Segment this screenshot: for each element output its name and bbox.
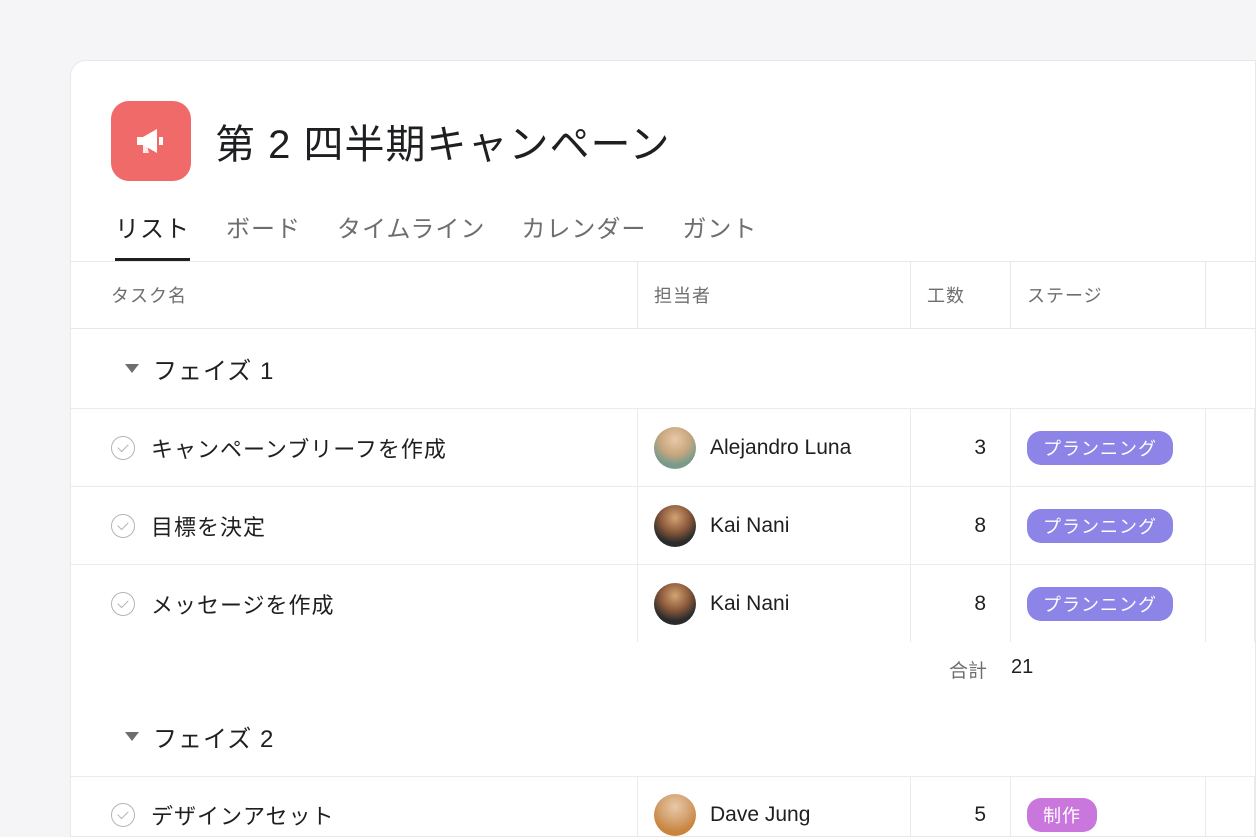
column-header-spacer [1206,262,1255,328]
effort-cell[interactable]: 3 [911,409,1011,486]
check-icon [117,440,128,451]
total-value: 21 [1011,656,1071,683]
tab-1[interactable]: ボード [226,209,301,261]
spacer-cell [1206,487,1255,564]
section-title: フェイズ 1 [153,351,274,386]
complete-task-button[interactable] [111,436,135,460]
task-cell[interactable]: キャンペーンブリーフを作成 [71,409,638,486]
stage-cell[interactable]: プランニング [1011,409,1206,486]
column-header-assignee[interactable]: 担当者 [638,262,911,328]
assignee-name: Alejandro Luna [710,436,851,460]
stage-cell[interactable]: 制作 [1011,777,1206,837]
stage-badge: プランニング [1027,587,1173,621]
check-icon [117,808,128,819]
task-name: メッセージを作成 [151,588,335,620]
assignee-cell[interactable]: Kai Nani [638,565,911,642]
table-row[interactable]: キャンペーンブリーフを作成 Alejandro Luna 3 プランニング [71,408,1255,486]
section-header[interactable]: フェイズ 1 [71,329,1255,408]
spacer-cell [1206,565,1255,642]
avatar [654,583,696,625]
tab-2[interactable]: タイムライン [337,209,485,261]
view-tabs: リストボードタイムラインカレンダーガント [111,209,1215,261]
assignee-cell[interactable]: Dave Jung [638,777,911,837]
effort-cell[interactable]: 5 [911,777,1011,837]
section-header[interactable]: フェイズ 2 [71,697,1255,776]
column-header-stage[interactable]: ステージ [1011,262,1206,328]
complete-task-button[interactable] [111,803,135,827]
task-cell[interactable]: デザインアセット [71,777,638,837]
complete-task-button[interactable] [111,592,135,616]
column-header-task[interactable]: タスク名 [71,262,638,328]
tab-4[interactable]: ガント [682,209,757,261]
spacer-cell [1206,409,1255,486]
effort-cell[interactable]: 8 [911,565,1011,642]
tab-3[interactable]: カレンダー [521,209,646,261]
table-row[interactable]: デザインアセット Dave Jung 5 制作 [71,776,1255,837]
effort-value: 8 [927,592,994,616]
avatar [654,427,696,469]
section-total-row: 合計21 [71,642,1255,697]
table-row[interactable]: 目標を決定 Kai Nani 8 プランニング [71,486,1255,564]
project-title: 第 2 四半期キャンペーン [215,112,670,170]
spacer-cell [1206,777,1255,837]
assignee-name: Kai Nani [710,514,789,538]
tab-0[interactable]: リスト [115,209,190,261]
table-header-row: タスク名 担当者 工数 ステージ [71,261,1255,329]
task-name: 目標を決定 [151,510,266,542]
section-title: フェイズ 2 [153,719,274,754]
chevron-down-icon [125,364,139,373]
project-icon[interactable] [111,101,191,181]
effort-value: 5 [927,803,994,827]
stage-badge: 制作 [1027,798,1097,832]
check-icon [117,596,128,607]
effort-value: 8 [927,514,994,538]
column-header-effort[interactable]: 工数 [911,262,1011,328]
project-header: 第 2 四半期キャンペーン リストボードタイムラインカレンダーガント [71,61,1255,261]
app-window: 第 2 四半期キャンペーン リストボードタイムラインカレンダーガント タスク名 … [70,60,1256,837]
assignee-name: Kai Nani [710,592,789,616]
task-cell[interactable]: 目標を決定 [71,487,638,564]
total-label: 合計 [71,656,1011,683]
stage-badge: プランニング [1027,509,1173,543]
stage-cell[interactable]: プランニング [1011,565,1206,642]
task-name: キャンペーンブリーフを作成 [151,432,447,464]
table-row[interactable]: メッセージを作成 Kai Nani 8 プランニング [71,564,1255,642]
stage-cell[interactable]: プランニング [1011,487,1206,564]
chevron-down-icon [125,732,139,741]
assignee-cell[interactable]: Kai Nani [638,487,911,564]
avatar [654,505,696,547]
complete-task-button[interactable] [111,514,135,538]
avatar [654,794,696,836]
stage-badge: プランニング [1027,431,1173,465]
effort-value: 3 [927,436,994,460]
task-sections: フェイズ 1 キャンペーンブリーフを作成 Alejandro Luna 3 プランニング… [71,329,1255,837]
check-icon [117,518,128,529]
task-name: デザインアセット [151,799,335,831]
assignee-cell[interactable]: Alejandro Luna [638,409,911,486]
megaphone-icon [129,119,173,163]
task-cell[interactable]: メッセージを作成 [71,565,638,642]
assignee-name: Dave Jung [710,803,810,827]
effort-cell[interactable]: 8 [911,487,1011,564]
title-row: 第 2 四半期キャンペーン [111,101,1215,181]
task-table: タスク名 担当者 工数 ステージ フェイズ 1 キャンペーンブリーフを作成 Alej… [71,261,1255,837]
